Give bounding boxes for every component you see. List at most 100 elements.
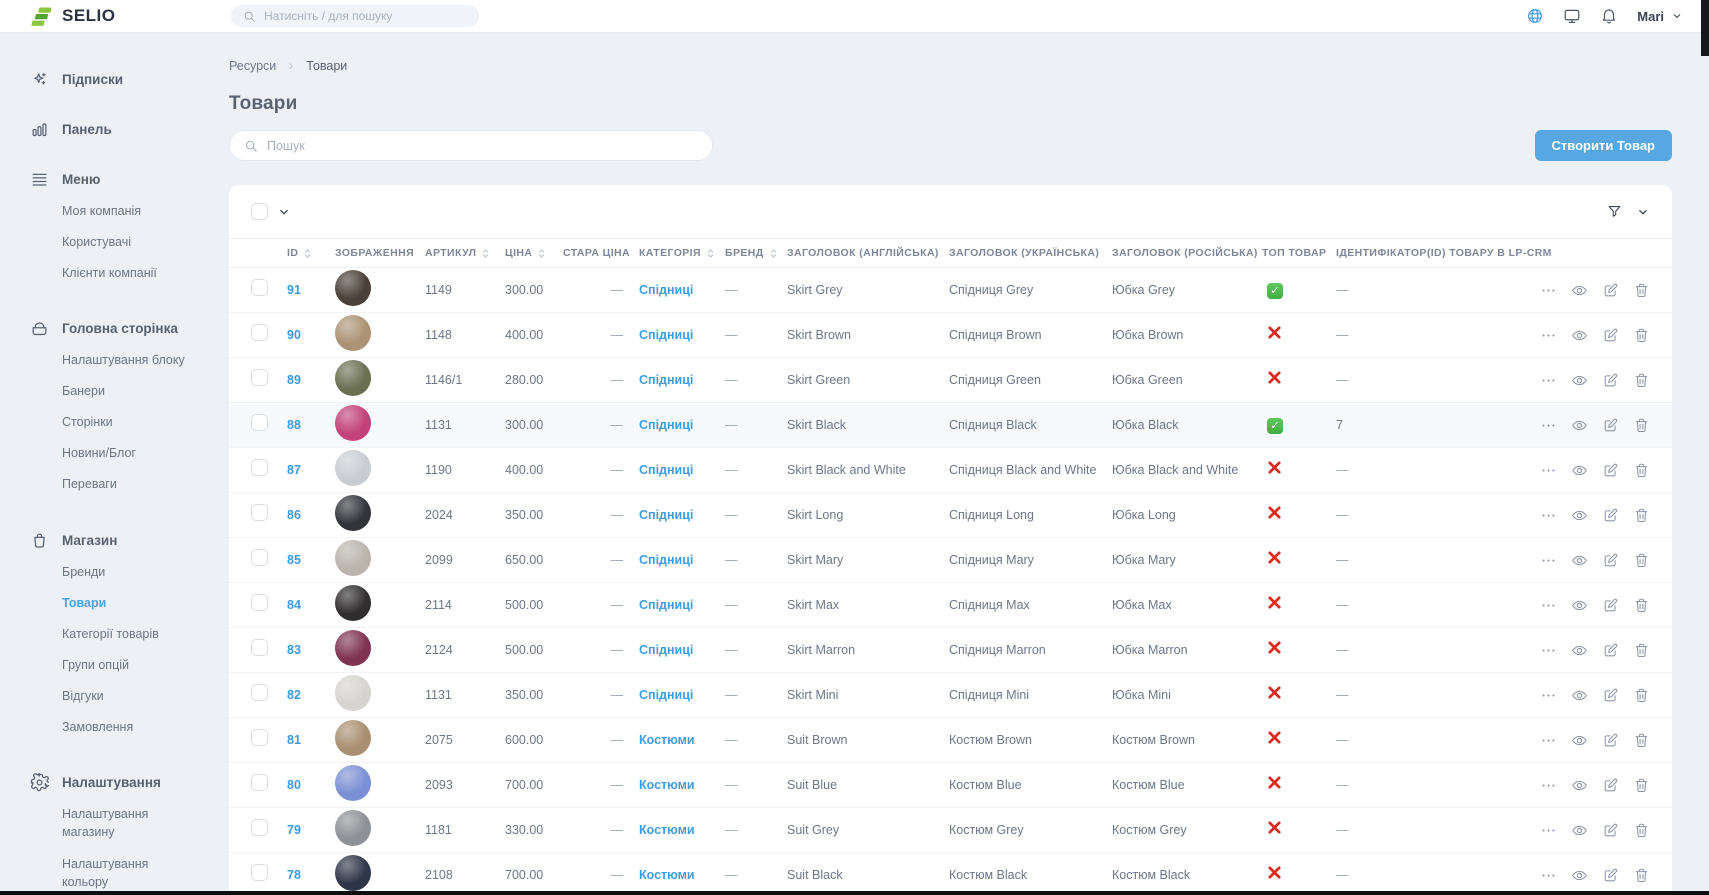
delete-button[interactable] — [1633, 417, 1650, 434]
edit-button[interactable] — [1602, 687, 1619, 704]
delete-button[interactable] — [1633, 327, 1650, 344]
view-button[interactable] — [1571, 732, 1588, 749]
more-actions-button[interactable] — [1540, 462, 1557, 479]
sidebar-subitem[interactable]: Налаштування кольору — [62, 848, 192, 895]
more-actions-button[interactable] — [1540, 777, 1557, 794]
view-button[interactable] — [1571, 642, 1588, 659]
product-id-link[interactable]: 86 — [287, 508, 301, 522]
row-checkbox[interactable] — [251, 864, 268, 881]
sidebar-item-settings[interactable]: Налаштування — [30, 773, 192, 793]
column-header-id[interactable]: ID — [287, 247, 335, 260]
delete-button[interactable] — [1633, 552, 1650, 569]
delete-button[interactable] — [1633, 867, 1650, 884]
category-link[interactable]: Спідниці — [639, 598, 693, 612]
category-link[interactable]: Костюми — [639, 733, 695, 747]
select-all-checkbox[interactable] — [251, 203, 268, 220]
category-link[interactable]: Спідниці — [639, 283, 693, 297]
category-link[interactable]: Спідниці — [639, 553, 693, 567]
create-product-button[interactable]: Створити Товар — [1535, 130, 1672, 161]
view-button[interactable] — [1571, 552, 1588, 569]
more-actions-button[interactable] — [1540, 687, 1557, 704]
category-link[interactable]: Спідниці — [639, 463, 693, 477]
delete-button[interactable] — [1633, 777, 1650, 794]
row-checkbox[interactable] — [251, 774, 268, 791]
more-actions-button[interactable] — [1540, 552, 1557, 569]
product-image[interactable] — [335, 630, 371, 666]
sort-icon[interactable] — [537, 247, 546, 260]
edit-button[interactable] — [1602, 327, 1619, 344]
column-header-title_uk[interactable]: ЗАГОЛОВОК (УКРАЇНСЬКА) — [949, 247, 1112, 259]
sidebar-subitem[interactable]: Бренди — [62, 556, 192, 587]
edit-button[interactable] — [1602, 777, 1619, 794]
filter-icon[interactable] — [1606, 203, 1623, 220]
category-link[interactable]: Костюми — [639, 778, 695, 792]
sidebar-subitem[interactable]: Банери — [62, 376, 192, 407]
more-actions-button[interactable] — [1540, 282, 1557, 299]
monitor-icon[interactable] — [1563, 7, 1581, 25]
sort-icon[interactable] — [481, 247, 490, 260]
view-button[interactable] — [1571, 372, 1588, 389]
product-id-link[interactable]: 91 — [287, 283, 301, 297]
edit-button[interactable] — [1602, 552, 1619, 569]
row-checkbox[interactable] — [251, 369, 268, 386]
row-checkbox[interactable] — [251, 279, 268, 296]
row-checkbox[interactable] — [251, 594, 268, 611]
category-link[interactable]: Костюми — [639, 823, 695, 837]
row-checkbox[interactable] — [251, 729, 268, 746]
more-actions-button[interactable] — [1540, 732, 1557, 749]
product-image[interactable] — [335, 540, 371, 576]
sidebar-subitem[interactable]: Новини/Блог — [62, 438, 192, 469]
sidebar-subitem[interactable]: Користувачі — [62, 226, 192, 257]
more-actions-button[interactable] — [1540, 822, 1557, 839]
sidebar-subitem[interactable]: Групи опцій — [62, 649, 192, 680]
view-button[interactable] — [1571, 327, 1588, 344]
row-checkbox[interactable] — [251, 324, 268, 341]
column-header-old_price[interactable]: СТАРА ЦІНА — [563, 247, 639, 259]
view-button[interactable] — [1571, 507, 1588, 524]
view-button[interactable] — [1571, 822, 1588, 839]
product-image[interactable] — [335, 450, 371, 486]
product-image[interactable] — [335, 810, 371, 846]
sidebar-item-subscriptions[interactable]: Підписки — [30, 69, 192, 89]
delete-button[interactable] — [1633, 732, 1650, 749]
column-header-title_ru[interactable]: ЗАГОЛОВОК (РОСІЙСЬКА) — [1112, 247, 1262, 259]
sidebar-subitem[interactable]: Налаштування блоку — [62, 344, 192, 375]
product-image[interactable] — [335, 855, 371, 891]
product-image[interactable] — [335, 720, 371, 756]
sidebar-subitem[interactable]: Налаштування магазину — [62, 799, 192, 848]
product-id-link[interactable]: 78 — [287, 868, 301, 882]
product-id-link[interactable]: 80 — [287, 778, 301, 792]
column-header-brand[interactable]: БРЕНД — [725, 247, 787, 260]
product-id-link[interactable]: 83 — [287, 643, 301, 657]
delete-button[interactable] — [1633, 507, 1650, 524]
category-link[interactable]: Спідниці — [639, 373, 693, 387]
category-link[interactable]: Спідниці — [639, 643, 693, 657]
sidebar-subitem[interactable]: Моя компанія — [62, 195, 192, 226]
sidebar-item-dashboard[interactable]: Панель — [30, 119, 192, 139]
product-image[interactable] — [335, 585, 371, 621]
product-image[interactable] — [335, 405, 371, 441]
column-header-top[interactable]: ТОП ТОВАР — [1262, 247, 1336, 259]
product-id-link[interactable]: 81 — [287, 733, 301, 747]
breadcrumb-root[interactable]: Ресурси — [229, 59, 276, 73]
product-image[interactable] — [335, 495, 371, 531]
more-actions-button[interactable] — [1540, 597, 1557, 614]
sidebar-subitem[interactable]: Товари — [62, 587, 192, 618]
product-image[interactable] — [335, 765, 371, 801]
view-button[interactable] — [1571, 282, 1588, 299]
edit-button[interactable] — [1602, 597, 1619, 614]
globe-icon[interactable] — [1526, 7, 1544, 25]
delete-button[interactable] — [1633, 282, 1650, 299]
view-button[interactable] — [1571, 867, 1588, 884]
product-image[interactable] — [335, 270, 371, 306]
product-id-link[interactable]: 82 — [287, 688, 301, 702]
user-menu[interactable]: Mari — [1637, 9, 1683, 24]
global-search-input[interactable] — [264, 9, 467, 23]
product-id-link[interactable]: 89 — [287, 373, 301, 387]
sidebar-item-menu[interactable]: Меню — [30, 169, 192, 189]
column-header-title_en[interactable]: ЗАГОЛОВОК (АНГЛІЙСЬКА) — [787, 247, 949, 259]
view-button[interactable] — [1571, 687, 1588, 704]
product-id-link[interactable]: 87 — [287, 463, 301, 477]
column-header-category[interactable]: КАТЕГОРІЯ — [639, 247, 725, 260]
edit-button[interactable] — [1602, 462, 1619, 479]
